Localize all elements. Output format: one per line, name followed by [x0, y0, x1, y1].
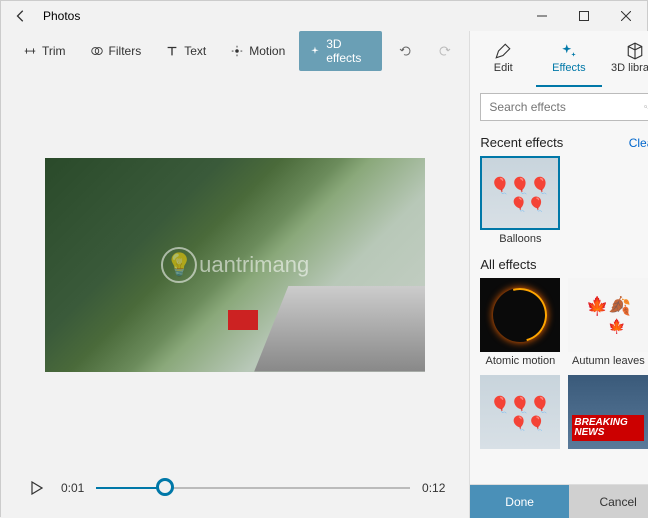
total-time: 0:12: [422, 481, 445, 495]
motion-icon: [230, 44, 244, 58]
tab-edit-label: Edit: [494, 62, 513, 74]
text-label: Text: [184, 44, 206, 58]
3d-effects-button[interactable]: 3D effects: [299, 31, 382, 71]
effect-label: Autumn leaves: [572, 355, 645, 367]
app-title: Photos: [43, 9, 80, 23]
seek-track[interactable]: [96, 487, 410, 489]
effect-label: Balloons: [499, 233, 541, 245]
play-button[interactable]: [25, 476, 49, 500]
trim-label: Trim: [42, 44, 66, 58]
back-button[interactable]: [9, 4, 33, 28]
track-progress: [96, 487, 165, 489]
canvas-area: 💡 uantrimang: [1, 71, 469, 458]
effect-balloons-all[interactable]: [480, 375, 560, 452]
autumn-thumb: [568, 278, 648, 352]
trim-icon: [23, 44, 37, 58]
text-icon: [165, 44, 179, 58]
motion-label: Motion: [249, 44, 285, 58]
titlebar: Photos: [1, 1, 647, 31]
window-controls: [521, 1, 647, 31]
maximize-button[interactable]: [563, 1, 605, 31]
search-icon: [644, 100, 648, 114]
seek-knob[interactable]: [156, 478, 174, 496]
effects-panel: Edit Effects 3D library Recent effects C…: [469, 31, 648, 518]
maximize-icon: [579, 11, 589, 21]
video-preview[interactable]: [45, 158, 425, 372]
all-effects-title: All effects: [480, 257, 536, 272]
cube-icon: [626, 42, 644, 60]
sparkles-icon: [560, 42, 578, 60]
timeline: 0:01 0:12: [1, 458, 469, 518]
clear-link[interactable]: Clear: [629, 136, 648, 150]
filters-button[interactable]: Filters: [80, 38, 152, 64]
text-button[interactable]: Text: [155, 38, 216, 64]
tab-effects[interactable]: Effects: [536, 31, 602, 87]
sparkle-icon: [309, 44, 321, 58]
effect-label: Atomic motion: [486, 355, 556, 367]
effect-breaking-news[interactable]: [568, 375, 648, 452]
panel-tabs: Edit Effects 3D library: [470, 31, 648, 87]
arrow-left-icon: [14, 9, 28, 23]
close-button[interactable]: [605, 1, 647, 31]
toolbar: Trim Filters Text Motion 3D effects: [1, 31, 469, 71]
panel-actions: Done Cancel: [470, 484, 648, 518]
tab-library-label: 3D library: [611, 62, 648, 74]
motion-button[interactable]: Motion: [220, 38, 295, 64]
search-input[interactable]: [489, 100, 644, 114]
redo-icon: [436, 43, 452, 59]
editor-pane: Trim Filters Text Motion 3D effects: [1, 31, 469, 518]
search-box[interactable]: [480, 93, 648, 121]
effect-atomic-motion[interactable]: Atomic motion: [480, 278, 560, 367]
redo-button[interactable]: [430, 35, 458, 67]
undo-button[interactable]: [392, 35, 420, 67]
cancel-button[interactable]: Cancel: [569, 485, 648, 518]
balloons-thumb: [480, 375, 560, 449]
filters-icon: [90, 44, 104, 58]
close-icon: [621, 11, 631, 21]
effect-autumn-leaves[interactable]: Autumn leaves: [568, 278, 648, 367]
done-button[interactable]: Done: [470, 485, 569, 518]
trim-button[interactable]: Trim: [13, 38, 76, 64]
minimize-button[interactable]: [521, 1, 563, 31]
tab-edit[interactable]: Edit: [470, 31, 536, 87]
pencil-icon: [494, 42, 512, 60]
undo-icon: [398, 43, 414, 59]
breaking-thumb: [568, 375, 648, 449]
tab-effects-label: Effects: [552, 62, 585, 74]
minimize-icon: [537, 11, 547, 21]
3d-effects-label: 3D effects: [326, 37, 372, 65]
balloons-thumb: [480, 156, 560, 230]
current-time: 0:01: [61, 481, 84, 495]
play-icon: [31, 481, 43, 495]
tab-library[interactable]: 3D library: [602, 31, 648, 87]
effect-balloons[interactable]: Balloons: [480, 156, 560, 245]
atomic-thumb: [480, 278, 560, 352]
recent-effects-title: Recent effects: [480, 135, 563, 150]
filters-label: Filters: [109, 44, 142, 58]
